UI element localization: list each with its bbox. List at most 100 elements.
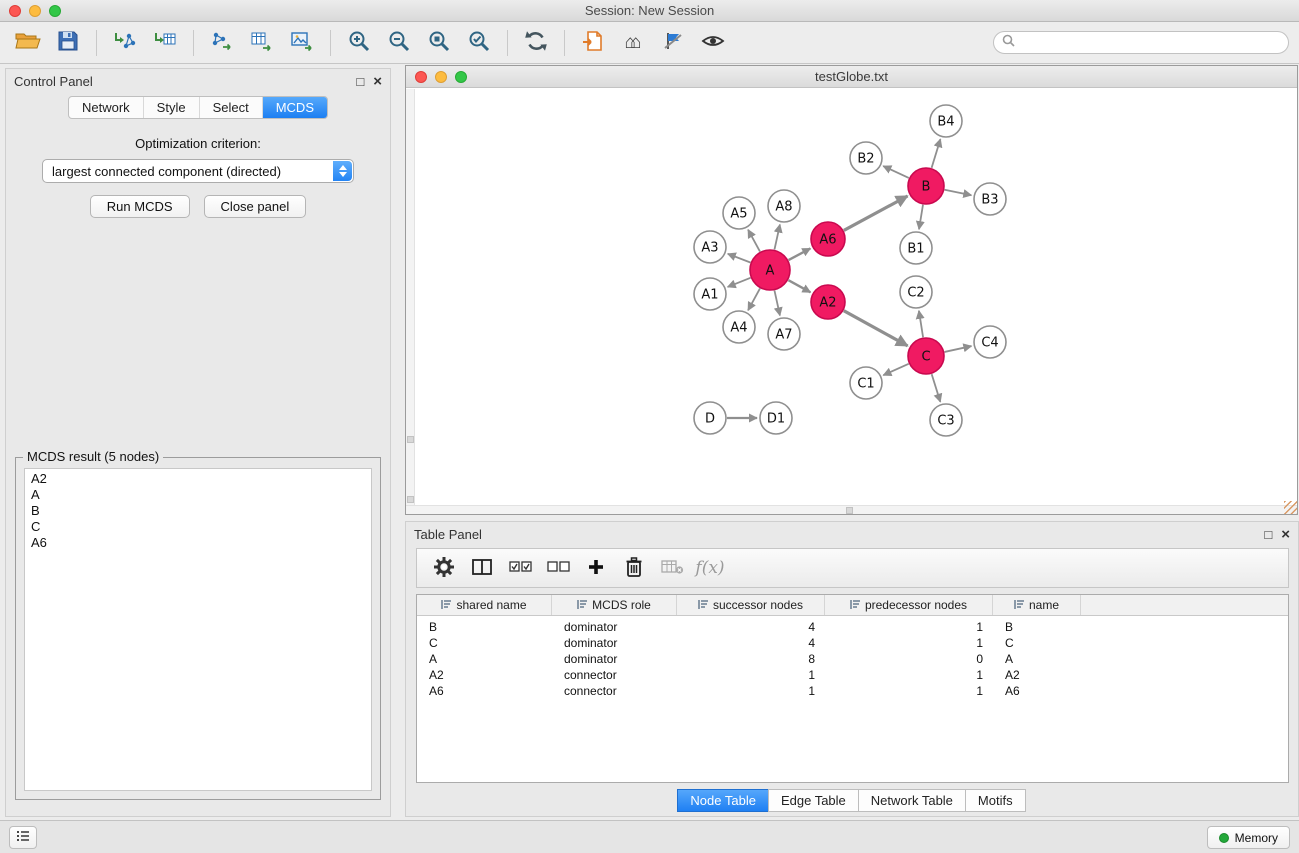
network-canvas[interactable]: A5A8A3A1A4A7AA6A2BB1B2B3B4CC1C2C3C4DD1	[406, 89, 1297, 514]
graph-edge-A-A7[interactable]	[774, 291, 779, 316]
table-row[interactable]: Bdominator41B	[417, 619, 1288, 635]
vertical-scrollbar[interactable]	[406, 89, 415, 514]
flag-toggle-button[interactable]	[653, 26, 693, 60]
column-header-MCDS-role[interactable]: MCDS role	[552, 595, 677, 615]
show-columns-button[interactable]	[463, 552, 501, 584]
graph-edge-C-C2[interactable]	[919, 311, 923, 337]
zoom-fit-button[interactable]	[419, 26, 459, 60]
mcds-result-item[interactable]: A6	[31, 535, 365, 551]
mcds-result-list[interactable]: A2ABCA6	[24, 468, 372, 791]
close-table-panel-icon[interactable]: ×	[1281, 527, 1290, 542]
save-session-button[interactable]	[48, 26, 88, 60]
memory-button[interactable]: Memory	[1207, 826, 1290, 849]
table-cell: 1	[825, 619, 993, 635]
float-table-panel-icon[interactable]: □	[1264, 528, 1272, 541]
horizontal-scrollbar[interactable]	[406, 505, 1297, 514]
export-table-button[interactable]	[242, 26, 282, 60]
graph-edge-B-B4[interactable]	[932, 139, 941, 168]
column-header-shared-name[interactable]: shared name	[417, 595, 552, 615]
run-mcds-button[interactable]: Run MCDS	[90, 195, 190, 218]
function-builder-button[interactable]: f(x)	[691, 552, 729, 584]
delete-table-button[interactable]	[653, 552, 691, 584]
add-column-button[interactable]	[577, 552, 615, 584]
zoom-out-button[interactable]	[379, 26, 419, 60]
tab-edge-table[interactable]: Edge Table	[768, 789, 859, 812]
mcds-result-item[interactable]: A2	[31, 471, 365, 487]
graph-node-label: A	[766, 264, 775, 279]
search-input[interactable]	[1020, 36, 1280, 50]
graph-edge-A-A4[interactable]	[748, 288, 760, 310]
tab-motifs[interactable]: Motifs	[965, 789, 1026, 812]
zoom-in-button[interactable]	[339, 26, 379, 60]
tab-mcds[interactable]: MCDS	[263, 97, 327, 118]
node-table-header: shared nameMCDS rolesuccessor nodesprede…	[417, 595, 1288, 616]
float-panel-icon[interactable]: □	[356, 75, 364, 88]
refresh-icon	[524, 29, 548, 56]
graph-edge-C-C1[interactable]	[883, 364, 908, 375]
apply-layout-button[interactable]	[516, 26, 556, 60]
close-panel-button[interactable]: Close panel	[204, 195, 307, 218]
home-button[interactable]: ⌂⌂	[613, 26, 653, 60]
open-session-button[interactable]	[8, 26, 48, 60]
document-arrow-icon	[582, 30, 605, 55]
import-network-button[interactable]	[105, 26, 145, 60]
criterion-dropdown[interactable]: largest connected component (directed)	[42, 159, 354, 183]
table-cell: A6	[417, 683, 552, 699]
graph-edge-B-B3[interactable]	[945, 190, 972, 195]
import-table-button[interactable]	[145, 26, 185, 60]
graph-edge-A2-C[interactable]	[844, 311, 908, 346]
import-document-button[interactable]	[573, 26, 613, 60]
eye-toggle-button[interactable]	[693, 26, 733, 60]
export-network-button[interactable]	[202, 26, 242, 60]
graph-edge-A-A5[interactable]	[748, 230, 760, 252]
deselect-all-button[interactable]	[539, 552, 577, 584]
column-header-name[interactable]: name	[993, 595, 1081, 615]
graph-edge-B-B2[interactable]	[883, 166, 909, 178]
tab-network-table[interactable]: Network Table	[858, 789, 966, 812]
graph-edge-B-B1[interactable]	[919, 205, 923, 229]
graph-edge-A-A8[interactable]	[774, 225, 779, 250]
graph-edge-A-A1[interactable]	[728, 278, 751, 287]
table-cell: connector	[552, 683, 677, 699]
graph-edge-A6-B[interactable]	[844, 196, 908, 230]
graph-edge-A-A2[interactable]	[788, 280, 810, 292]
zoom-selected-button[interactable]	[459, 26, 499, 60]
close-panel-icon[interactable]: ×	[373, 74, 382, 89]
zoom-out-icon	[387, 29, 411, 56]
graph-edge-A-A6[interactable]	[789, 248, 811, 260]
graph-edge-C-C4[interactable]	[945, 346, 972, 352]
network-graph[interactable]: A5A8A3A1A4A7AA6A2BB1B2B3B4CC1C2C3C4DD1	[406, 89, 1297, 515]
task-history-button[interactable]	[9, 826, 37, 849]
control-panel-title: Control Panel	[14, 74, 347, 89]
scrollbar-mark[interactable]	[407, 496, 414, 503]
graph-node-label: A7	[775, 328, 792, 343]
tab-network[interactable]: Network	[69, 97, 144, 118]
table-cell: 8	[677, 651, 825, 667]
resize-grip[interactable]	[1284, 501, 1297, 514]
tab-select[interactable]: Select	[200, 97, 263, 118]
column-header-successor-nodes[interactable]: successor nodes	[677, 595, 825, 615]
graph-edge-A-A3[interactable]	[728, 254, 751, 263]
graph-edge-C-C3[interactable]	[932, 374, 941, 402]
scrollbar-mark[interactable]	[407, 436, 414, 443]
mcds-result-item[interactable]: A	[31, 487, 365, 503]
control-panel: Control Panel □ × NetworkStyleSelectMCDS…	[5, 68, 391, 817]
table-row[interactable]: Cdominator41C	[417, 635, 1288, 651]
mcds-result-item[interactable]: B	[31, 503, 365, 519]
criterion-value: largest connected component (directed)	[52, 164, 281, 179]
select-all-button[interactable]	[501, 552, 539, 584]
scrollbar-mark[interactable]	[846, 507, 853, 514]
export-image-button[interactable]	[282, 26, 322, 60]
tab-style[interactable]: Style	[144, 97, 200, 118]
table-cell: A6	[993, 683, 1081, 699]
table-row[interactable]: A2connector11A2	[417, 667, 1288, 683]
mcds-result-item[interactable]: C	[31, 519, 365, 535]
table-settings-button[interactable]	[425, 552, 463, 584]
table-row[interactable]: Adominator80A	[417, 651, 1288, 667]
delete-column-button[interactable]	[615, 552, 653, 584]
table-row[interactable]: A6connector11A6	[417, 683, 1288, 699]
column-header-predecessor-nodes[interactable]: predecessor nodes	[825, 595, 993, 615]
graph-node-label: B2	[857, 152, 874, 167]
table-cell: C	[993, 635, 1081, 651]
tab-node-table[interactable]: Node Table	[677, 789, 769, 812]
